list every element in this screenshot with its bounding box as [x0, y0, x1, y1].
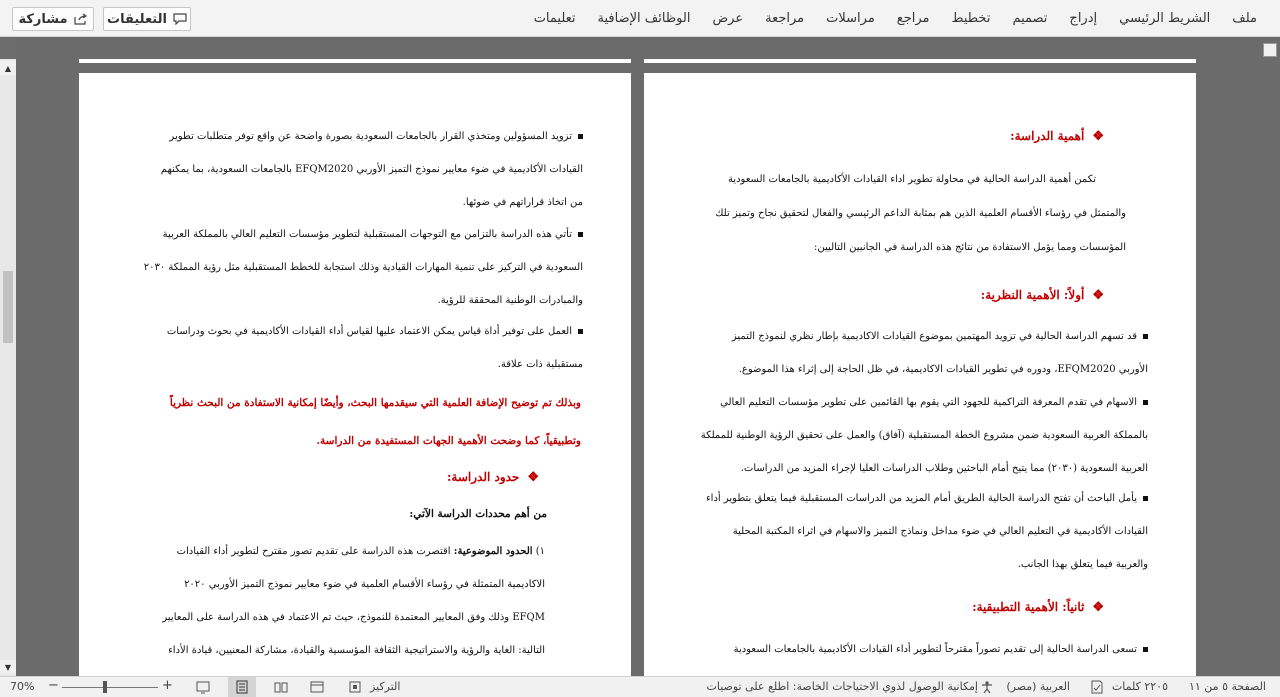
- diamond-bullet-icon: ❖: [1092, 288, 1104, 303]
- zoom-level[interactable]: 70%: [10, 680, 34, 693]
- zoom-slider-thumb[interactable]: [103, 681, 107, 693]
- ribbon-tabs: ملف الشريط الرئيسي إدراج تصميم تخطيط مرا…: [523, 0, 1268, 37]
- share-button[interactable]: مشاركة: [12, 7, 94, 31]
- square-bullet-icon: [1143, 647, 1148, 652]
- scroll-up-arrow[interactable]: ▲: [0, 61, 16, 75]
- heading-study-limits: ❖حدود الدراسة:: [446, 470, 539, 485]
- tab-addins[interactable]: الوظائف الإضافية: [587, 0, 702, 37]
- share-label: مشاركة: [18, 11, 68, 27]
- list-item: تزويد المسؤولين ومتخذي القرار بالجامعات …: [160, 131, 583, 208]
- proofing-icon[interactable]: [1090, 680, 1104, 694]
- square-bullet-icon: [578, 232, 583, 237]
- comments-label: التعليقات: [107, 11, 167, 27]
- conclusion-red-text: وبذلك تم توضيح الإضافة العلمية التي سيقد…: [169, 397, 581, 447]
- comments-button[interactable]: التعليقات: [103, 7, 191, 31]
- tab-insert[interactable]: إدراج: [1058, 0, 1108, 37]
- web-layout-icon[interactable]: [310, 680, 324, 694]
- heading-theoretical-importance: ❖أولاً: الأهمية النظرية:: [980, 288, 1104, 303]
- square-bullet-icon: [578, 134, 583, 139]
- zoom-in-button[interactable]: +: [162, 678, 173, 693]
- share-icon: [73, 13, 87, 25]
- list-item: تسعى الدراسة الحالية إلى تقديم تصوراً مق…: [716, 633, 1148, 666]
- square-bullet-icon: [1143, 496, 1148, 501]
- tab-references[interactable]: مراجع: [886, 0, 941, 37]
- zoom-slider[interactable]: [62, 687, 158, 688]
- vertical-scrollbar[interactable]: ▲ ▼: [0, 59, 16, 676]
- tab-help[interactable]: تعليمات: [523, 0, 587, 37]
- scroll-thumb[interactable]: [3, 271, 13, 343]
- tab-design[interactable]: تصميم: [1001, 0, 1058, 37]
- square-bullet-icon: [1143, 334, 1148, 339]
- paragraph-importance: تكمن أهمية الدراسة الحالية في محاولة تطو…: [715, 174, 1126, 253]
- tab-mailings[interactable]: مراسلات: [815, 0, 886, 37]
- ribbon-tab-bar: ملف الشريط الرئيسي إدراج تصميم تخطيط مرا…: [0, 0, 1280, 37]
- square-bullet-icon: [1143, 400, 1148, 405]
- page-top-edge: [79, 59, 631, 63]
- focus-mode-label[interactable]: التركيز: [370, 680, 400, 693]
- language-indicator[interactable]: العربية (مصر): [1006, 680, 1070, 693]
- tab-layout[interactable]: تخطيط: [941, 0, 1002, 37]
- heading-study-importance: ❖أهمية الدراسة:: [1010, 129, 1104, 144]
- list-item: يأمل الباحث أن تفتح الدراسة الحالية الطر…: [705, 493, 1148, 570]
- focus-icon[interactable]: [348, 680, 362, 694]
- accessibility-icon[interactable]: [980, 680, 994, 694]
- ruler-toggle-icon[interactable]: [1263, 43, 1277, 57]
- tab-view[interactable]: عرض: [701, 0, 754, 37]
- accessibility-status[interactable]: إمكانية الوصول لذوي الاحتياجات الخاصة: ا…: [706, 680, 978, 693]
- diamond-bullet-icon: ❖: [1092, 600, 1104, 615]
- limits-intro: من أهم محددات الدراسة الآتي:: [409, 508, 547, 520]
- word-count[interactable]: ٢٢٠٥ كلمات: [1112, 680, 1168, 693]
- scroll-down-arrow[interactable]: ▼: [0, 660, 16, 674]
- list-item: الاسهام في تقدم المعرفة التراكمية للجهود…: [700, 397, 1148, 474]
- page-top-edge: [644, 59, 1196, 63]
- display-settings-icon[interactable]: [196, 680, 210, 694]
- square-bullet-icon: [578, 329, 583, 334]
- limits-item: ١) الحدود الموضوعية: اقتصرت هذه الدراسة …: [162, 546, 545, 656]
- print-layout-icon[interactable]: [235, 680, 249, 694]
- comment-icon: [173, 13, 187, 25]
- heading-applied-importance: ❖ثانياً: الأهمية التطبيقية:: [972, 600, 1104, 615]
- document-area: ❖أهمية الدراسة: تكمن أهمية الدراسة الحال…: [16, 37, 1260, 676]
- page-left[interactable]: تزويد المسؤولين ومتخذي القرار بالجامعات …: [79, 73, 631, 676]
- diamond-bullet-icon: ❖: [527, 470, 539, 485]
- list-item: تأتي هذه الدراسة بالتزامن مع التوجهات ال…: [143, 229, 583, 306]
- tab-home[interactable]: الشريط الرئيسي: [1108, 0, 1221, 37]
- status-bar: الصفحة ٥ من ١١ ٢٢٠٥ كلمات العربية (مصر) …: [0, 676, 1280, 697]
- right-gutter: [1260, 37, 1280, 676]
- tab-review[interactable]: مراجعة: [754, 0, 815, 37]
- page-indicator[interactable]: الصفحة ٥ من ١١: [1189, 680, 1266, 693]
- read-mode-icon[interactable]: [274, 680, 288, 694]
- list-item: قد تسهم الدراسة الحالية في تزويد المهتمي…: [731, 331, 1148, 375]
- zoom-out-button[interactable]: −: [48, 678, 59, 693]
- diamond-bullet-icon: ❖: [1092, 129, 1104, 144]
- page-right[interactable]: ❖أهمية الدراسة: تكمن أهمية الدراسة الحال…: [644, 73, 1196, 676]
- list-item: العمل على توفير أداة قياس يمكن الاعتماد …: [166, 326, 583, 370]
- tab-file[interactable]: ملف: [1221, 0, 1268, 37]
